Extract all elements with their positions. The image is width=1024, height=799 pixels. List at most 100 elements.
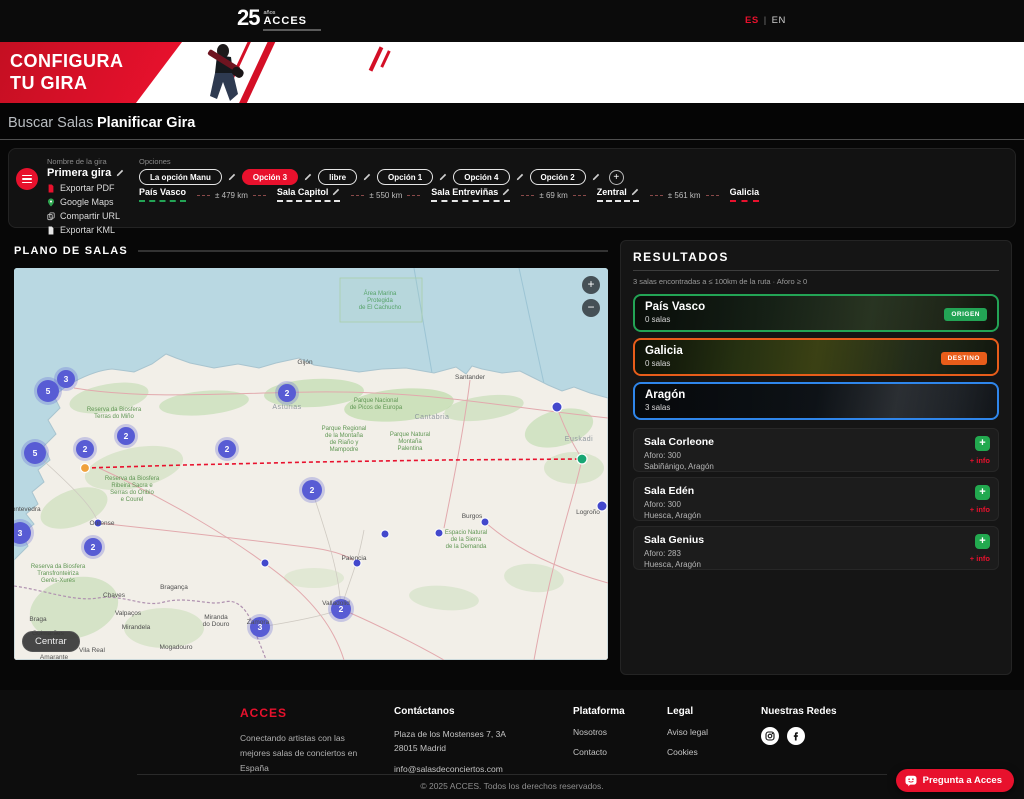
footer-link-aviso-legal[interactable]: Aviso legal — [667, 727, 737, 737]
edit-stop-icon[interactable] — [332, 188, 340, 196]
zoom-in-button[interactable]: + — [582, 276, 600, 294]
region-card-pais-vasco[interactable]: País Vasco 0 salas ORIGEN — [633, 294, 999, 332]
map-cluster-marker[interactable] — [261, 559, 269, 567]
venue-info-link[interactable]: + info — [970, 456, 990, 465]
route-distance: ± 550 km — [346, 191, 425, 200]
chat-button[interactable]: Pregunta a Acces — [896, 769, 1014, 792]
svg-text:2: 2 — [91, 542, 96, 552]
add-venue-button[interactable]: + — [975, 485, 990, 500]
map-cluster-marker[interactable]: 2 — [215, 437, 239, 461]
map-cluster-marker[interactable] — [435, 529, 443, 537]
center-map-button[interactable]: Centrar — [22, 631, 80, 652]
map-title-rule — [138, 250, 608, 252]
venues-map[interactable]: 532252223223Área MarinaProtegidade El Ca… — [14, 268, 608, 660]
map-canvas[interactable]: 532252223223Área MarinaProtegidade El Ca… — [14, 268, 608, 660]
acces-logo[interactable]: 25 años ACCES — [237, 7, 321, 31]
edit-stop-icon[interactable] — [631, 188, 639, 196]
venue-name: Sala Corleone — [644, 436, 988, 448]
map-destination-dot[interactable] — [81, 464, 90, 473]
instagram-icon[interactable] — [761, 727, 779, 745]
map-cluster-marker[interactable]: 2 — [275, 381, 299, 405]
edit-name-icon[interactable] — [116, 169, 124, 177]
tour-menu-button[interactable] — [16, 168, 38, 190]
map-cluster-marker[interactable]: 5 — [21, 439, 49, 467]
route-stop-venue[interactable]: Zentral — [597, 187, 639, 202]
share-url-button[interactable]: Compartir URL — [47, 211, 139, 221]
logo-25-mark: 25 — [237, 7, 259, 29]
tab-buscar-salas[interactable]: Buscar Salas — [8, 115, 93, 131]
add-venue-button[interactable]: + — [975, 436, 990, 451]
svg-text:3: 3 — [64, 374, 69, 384]
edit-option-icon[interactable] — [516, 173, 524, 181]
map-label: Palencia — [342, 555, 367, 562]
google-maps-button[interactable]: Google Maps — [47, 197, 139, 207]
option-pill[interactable]: Opción 2 — [530, 169, 586, 185]
edit-option-icon[interactable] — [439, 173, 447, 181]
tour-config-panel: Nombre de la gira Primera gira Exportar … — [8, 148, 1016, 228]
edit-option-icon[interactable] — [592, 173, 600, 181]
svg-text:2: 2 — [225, 444, 230, 454]
venue-capacity: Aforo: 300 — [644, 451, 988, 460]
region-card-aragon[interactable]: Aragón 3 salas — [633, 382, 999, 420]
venue-capacity: Aforo: 283 — [644, 549, 988, 558]
facebook-icon[interactable] — [787, 727, 805, 745]
footer-link-nosotros[interactable]: Nosotros — [573, 727, 643, 737]
venue-card-sala-genius[interactable]: Sala Genius Aforo: 283 Huesca, Aragón + … — [633, 526, 999, 570]
footer-link-cookies[interactable]: Cookies — [667, 747, 737, 757]
results-rule — [633, 270, 999, 271]
map-cluster-marker[interactable]: 2 — [299, 477, 325, 503]
footer-email-link[interactable]: info@salasdeconciertos.com — [394, 764, 549, 774]
add-option-button[interactable]: + — [609, 170, 624, 185]
export-pdf-button[interactable]: Exportar PDF — [47, 183, 139, 193]
option-pill[interactable]: Opción 3 — [242, 169, 298, 185]
map-label: Amarante — [40, 654, 69, 660]
map-label: Espacio Naturalde la Sierrade la Demanda — [445, 530, 487, 550]
map-cluster-marker[interactable] — [552, 402, 562, 412]
edit-stop-icon[interactable] — [502, 188, 510, 196]
option-pill[interactable]: libre — [318, 169, 357, 185]
route-stop-venue[interactable]: Sala Entreviñas — [431, 187, 510, 202]
map-cluster-marker[interactable] — [381, 530, 389, 538]
edit-option-icon[interactable] — [304, 173, 312, 181]
region-count: 0 salas — [645, 315, 987, 324]
map-label: Gijón — [297, 359, 313, 366]
tour-name-label: Nombre de la gira — [47, 157, 139, 166]
add-venue-button[interactable]: + — [975, 534, 990, 549]
region-count: 3 salas — [645, 403, 987, 412]
route-stop-destination[interactable]: Galicia — [730, 187, 760, 202]
map-cluster-marker[interactable]: 2 — [81, 535, 105, 559]
map-label: Mirandado Douro — [203, 614, 230, 628]
lang-en[interactable]: EN — [772, 15, 786, 26]
map-header: PLANO DE SALAS — [14, 245, 608, 257]
map-cluster-marker[interactable]: 3 — [54, 367, 78, 391]
venue-info-link[interactable]: + info — [970, 554, 990, 563]
map-cluster-marker[interactable]: 3 — [247, 614, 273, 640]
venue-card-sala-eden[interactable]: Sala Edén Aforo: 300 Huesca, Aragón + + … — [633, 477, 999, 521]
edit-option-icon[interactable] — [228, 173, 236, 181]
copyright: © 2025 ACCES. Todos los derechos reserva… — [0, 781, 1024, 791]
route-stop-origin[interactable]: País Vasco — [139, 187, 186, 202]
option-pill[interactable]: Opción 4 — [453, 169, 509, 185]
zoom-out-button[interactable]: − — [582, 299, 600, 317]
map-cluster-marker[interactable]: 2 — [114, 424, 138, 448]
map-cluster-marker[interactable]: 2 — [73, 437, 97, 461]
top-bar: 25 años ACCES ES|EN — [0, 0, 1024, 42]
results-title: RESULTADOS — [633, 250, 999, 264]
venue-info-link[interactable]: + info — [970, 505, 990, 514]
lang-es[interactable]: ES — [745, 15, 759, 26]
map-label: Bragança — [160, 584, 188, 591]
svg-text:2: 2 — [83, 444, 88, 454]
export-kml-button[interactable]: Exportar KML — [47, 225, 139, 235]
map-label: Asturias — [272, 404, 301, 411]
route-stop-venue[interactable]: Sala Capitol — [277, 187, 341, 202]
language-switcher: ES|EN — [745, 15, 786, 26]
edit-option-icon[interactable] — [363, 173, 371, 181]
option-pill[interactable]: La opción Manu — [139, 169, 222, 185]
map-label: Santander — [455, 374, 486, 381]
region-card-galicia[interactable]: Galicia 0 salas DESTINO — [633, 338, 999, 376]
footer-link-contacto[interactable]: Contacto — [573, 747, 643, 757]
map-origin-dot[interactable] — [577, 454, 587, 464]
option-pill[interactable]: Opción 1 — [377, 169, 433, 185]
venue-card-sala-corleone[interactable]: Sala Corleone Aforo: 300 Sabiñánigo, Ara… — [633, 428, 999, 472]
tab-planificar-gira[interactable]: Planificar Gira — [97, 115, 195, 131]
